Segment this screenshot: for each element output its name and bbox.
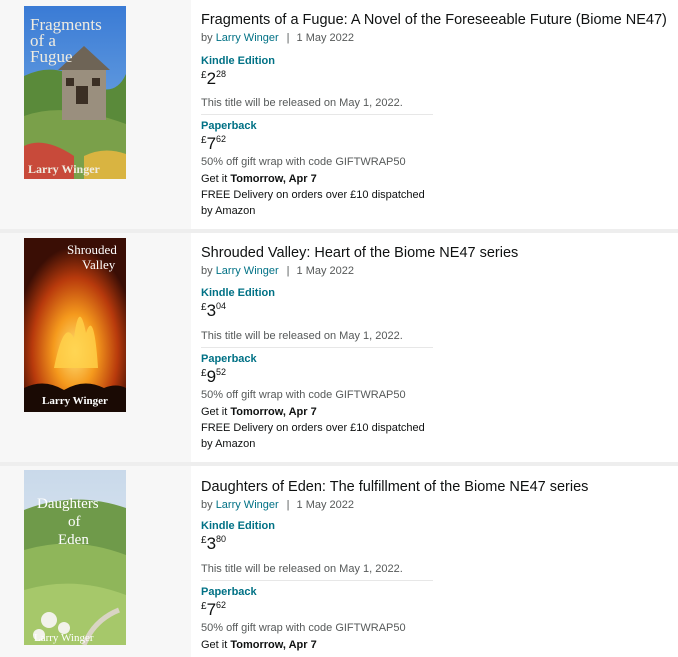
kindle-price[interactable]: £228: [201, 69, 226, 89]
giftwrap-note: 50% off gift wrap with code GIFTWRAP50: [201, 156, 406, 168]
price-whole: 3: [206, 534, 217, 553]
search-result: Daughters of Eden Larry Winger Daughters…: [0, 466, 678, 657]
price-whole: 9: [206, 367, 217, 386]
byline: by Larry Winger | 1 May 2022: [201, 30, 354, 46]
cover-author: Larry Winger: [28, 162, 101, 176]
separator: |: [286, 32, 290, 44]
currency-symbol: £: [201, 601, 207, 612]
paperback-price[interactable]: £952: [201, 367, 226, 387]
price-fraction: 04: [216, 301, 227, 311]
author-link[interactable]: Larry Winger: [216, 265, 279, 277]
delivery-day: Tomorrow, Apr 7: [230, 406, 317, 418]
separator: |: [286, 265, 290, 277]
delivery-date: Get it Tomorrow, Apr 7: [201, 171, 317, 187]
kindle-price[interactable]: £380: [201, 534, 226, 554]
author-link[interactable]: Larry Winger: [216, 499, 279, 511]
dispatched-by: by Amazon: [201, 205, 256, 217]
paperback-link[interactable]: Paperback: [201, 353, 257, 365]
dispatched-by: by Amazon: [201, 438, 256, 450]
get-it-label: Get it: [201, 639, 231, 651]
release-note: This title will be released on May 1, 20…: [201, 97, 403, 109]
separator: |: [286, 499, 290, 511]
free-delivery-note: FREE Delivery on orders over £10 dispatc…: [201, 189, 425, 201]
free-delivery-note: FREE Delivery on orders over £10 dispatc…: [201, 422, 425, 434]
price-fraction: 62: [216, 600, 227, 610]
search-result: Fragments of a Fugue Larry Winger Fragme…: [0, 0, 678, 229]
kindle-edition-link[interactable]: Kindle Edition: [201, 287, 275, 299]
format-divider: [201, 347, 433, 348]
get-it-label: Get it: [201, 406, 231, 418]
giftwrap-note: 50% off gift wrap with code GIFTWRAP50: [201, 622, 406, 634]
format-divider: [201, 114, 433, 115]
price-whole: 7: [206, 134, 217, 153]
by-label: by: [201, 32, 213, 44]
book-cover[interactable]: Fragments of a Fugue Larry Winger: [24, 6, 126, 179]
cover-title-line3: Eden: [58, 532, 89, 548]
delivery-day: Tomorrow, Apr 7: [230, 639, 317, 651]
cover-title-line2: Valley: [82, 257, 116, 272]
get-it-label: Get it: [201, 173, 231, 185]
price-fraction: 52: [216, 367, 227, 377]
currency-symbol: £: [201, 535, 207, 546]
price-fraction: 62: [216, 134, 227, 144]
search-result: Shrouded Valley Larry Winger Shrouded Va…: [0, 233, 678, 462]
author-link[interactable]: Larry Winger: [216, 32, 279, 44]
book-cover[interactable]: Shrouded Valley Larry Winger: [24, 238, 126, 412]
book-cover[interactable]: Daughters of Eden Larry Winger: [24, 470, 126, 645]
cover-title-line1: Shrouded: [67, 242, 117, 257]
currency-symbol: £: [201, 302, 207, 313]
paperback-link[interactable]: Paperback: [201, 120, 257, 132]
publish-date: 1 May 2022: [296, 499, 354, 511]
by-label: by: [201, 265, 213, 277]
price-fraction: 80: [216, 534, 227, 544]
currency-symbol: £: [201, 135, 207, 146]
cover-author: Larry Winger: [34, 632, 94, 644]
by-label: by: [201, 499, 213, 511]
book-title[interactable]: Fragments of a Fugue: A Novel of the For…: [201, 10, 667, 30]
cover-author: Larry Winger: [42, 395, 108, 407]
byline: by Larry Winger | 1 May 2022: [201, 263, 354, 279]
delivery-date: Get it Tomorrow, Apr 7: [201, 404, 317, 420]
cover-title-line2: of: [68, 514, 81, 530]
delivery-day: Tomorrow, Apr 7: [230, 173, 317, 185]
paperback-link[interactable]: Paperback: [201, 586, 257, 598]
price-whole: 2: [206, 69, 217, 88]
kindle-edition-link[interactable]: Kindle Edition: [201, 520, 275, 532]
format-divider: [201, 580, 433, 581]
price-whole: 7: [206, 600, 217, 619]
price-fraction: 28: [216, 69, 227, 79]
giftwrap-note: 50% off gift wrap with code GIFTWRAP50: [201, 389, 406, 401]
release-note: This title will be released on May 1, 20…: [201, 563, 403, 575]
cover-title-line1: Daughters: [37, 496, 99, 512]
kindle-edition-link[interactable]: Kindle Edition: [201, 55, 275, 67]
delivery-date: Get it Tomorrow, Apr 7: [201, 637, 317, 653]
release-note: This title will be released on May 1, 20…: [201, 330, 403, 342]
publish-date: 1 May 2022: [296, 265, 354, 277]
currency-symbol: £: [201, 70, 207, 81]
paperback-price[interactable]: £762: [201, 600, 226, 620]
kindle-price[interactable]: £304: [201, 301, 226, 321]
cover-title-line3: Fugue: [30, 47, 73, 66]
publish-date: 1 May 2022: [296, 32, 354, 44]
paperback-price[interactable]: £762: [201, 134, 226, 154]
currency-symbol: £: [201, 368, 207, 379]
book-title[interactable]: Shrouded Valley: Heart of the Biome NE47…: [201, 243, 518, 263]
byline: by Larry Winger | 1 May 2022: [201, 497, 354, 513]
price-whole: 3: [206, 301, 217, 320]
book-title[interactable]: Daughters of Eden: The fulfillment of th…: [201, 477, 588, 497]
